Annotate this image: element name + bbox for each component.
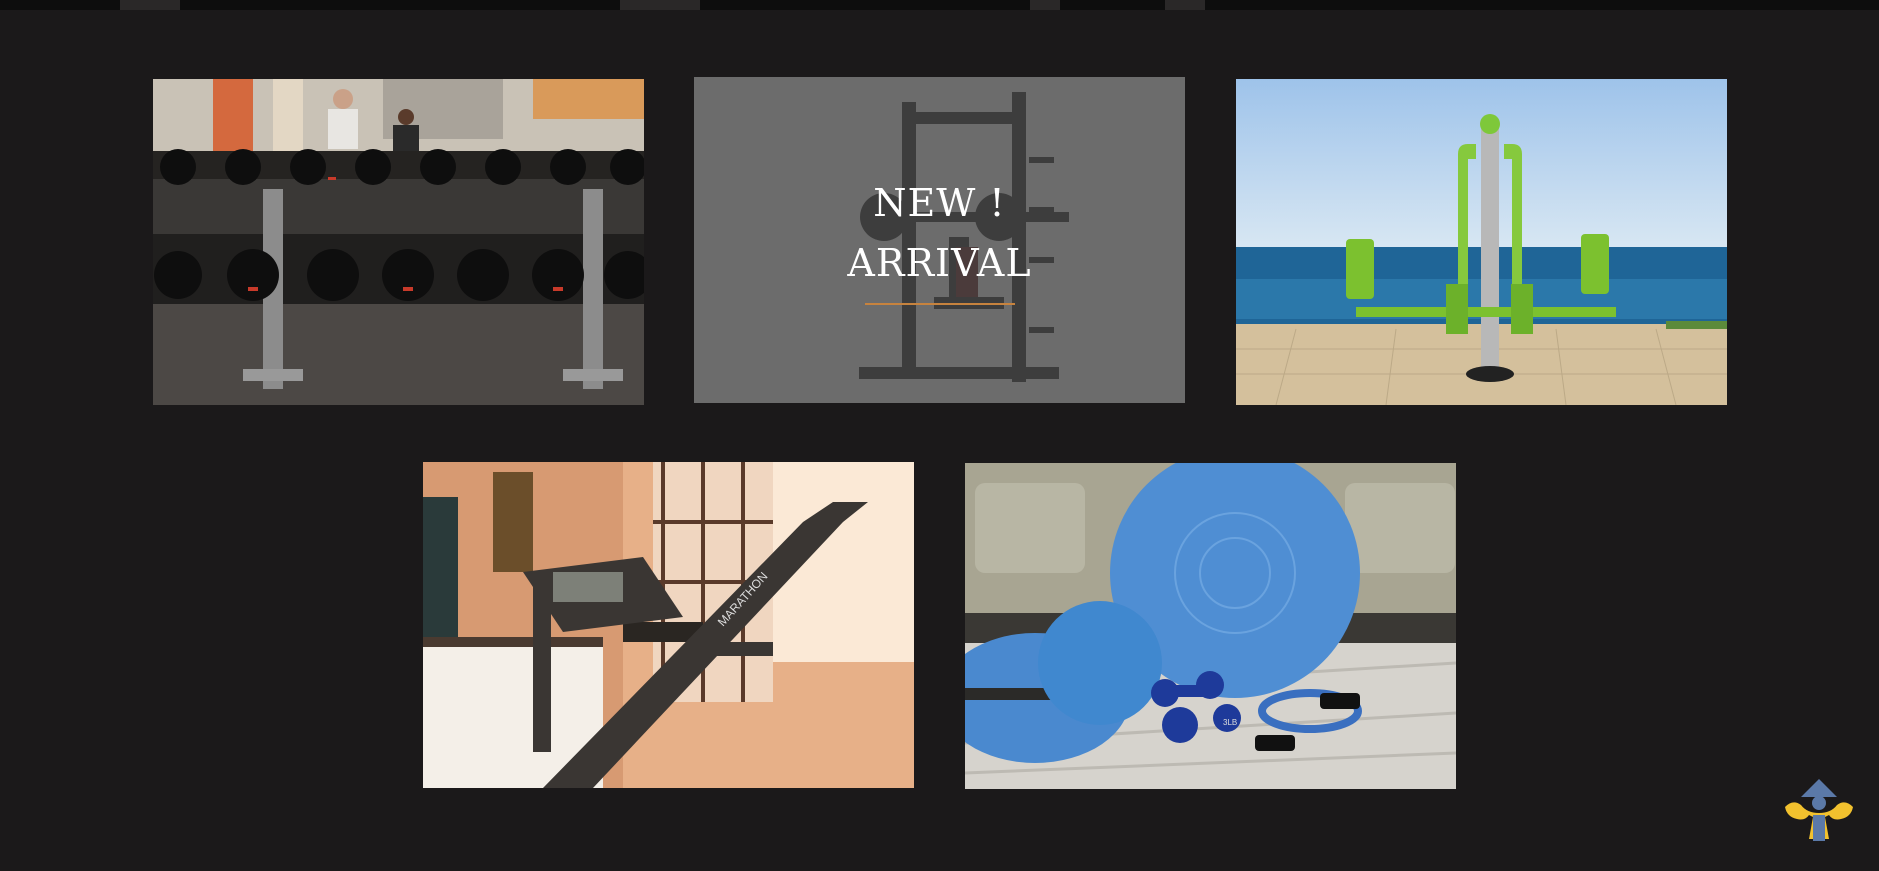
gallery-image-treadmill[interactable]: MARATHON xyxy=(423,462,914,788)
gallery-image-outdoor-equipment[interactable] xyxy=(1236,79,1727,405)
dumbbell-weight-label: 3LB xyxy=(1223,718,1237,727)
overlay-title-line1: NEW ! xyxy=(873,181,1006,225)
gallery-image-dumbbells[interactable] xyxy=(153,79,644,405)
top-banner-strip xyxy=(0,0,1879,10)
strongman-logo-icon xyxy=(1785,779,1853,841)
overlay-title-line2: ARRIVAL xyxy=(847,241,1032,285)
floating-logo-button[interactable] xyxy=(1779,777,1859,847)
new-arrival-overlay: NEW ! ARRIVAL xyxy=(694,77,1185,403)
overlay-underline-divider xyxy=(864,303,1015,305)
gallery-image-squat-rack[interactable]: NEW ! ARRIVAL xyxy=(694,77,1185,403)
gallery-image-exercise-balls[interactable]: 3LB xyxy=(965,463,1456,789)
